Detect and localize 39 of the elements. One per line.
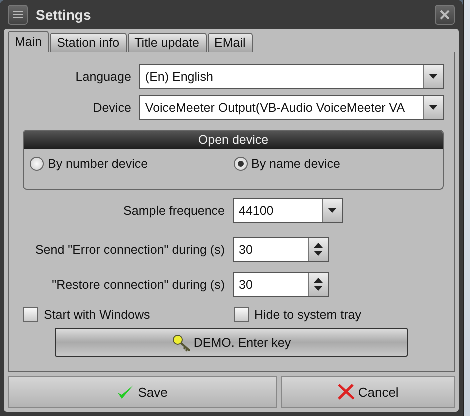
close-icon <box>440 10 450 20</box>
language-dropdown[interactable]: (En) English <box>139 64 444 89</box>
window-title: Settings <box>36 6 92 22</box>
number-spinbox[interactable]: 30 <box>233 272 329 297</box>
group-title: Open device <box>24 131 443 149</box>
field-label: Device <box>92 100 132 114</box>
dropdown-arrow-icon <box>429 105 438 110</box>
checkbox-option[interactable]: Start with Windows <box>23 307 234 322</box>
checkmark-icon <box>117 384 136 400</box>
tab[interactable]: Main <box>8 31 50 52</box>
tab[interactable]: Title update <box>128 33 206 52</box>
tab[interactable]: Station info <box>50 33 127 52</box>
field-label: "Restore connection" during (s) <box>51 278 225 292</box>
radio-option[interactable]: By name device <box>234 157 437 171</box>
checkbox[interactable] <box>23 307 38 322</box>
sample-frequence-dropdown[interactable]: 44100 <box>233 198 343 223</box>
radio-button[interactable] <box>234 157 248 171</box>
field-label: Language <box>74 70 132 84</box>
enter-key-button[interactable]: DEMO. Enter key <box>55 328 408 357</box>
number-spinbox[interactable]: 30 <box>233 237 329 262</box>
field-label: Send "Error connection" during (s) <box>34 242 225 256</box>
menu-icon <box>13 10 23 18</box>
field-label: Sample frequence <box>122 204 225 218</box>
radio-button[interactable] <box>30 157 44 171</box>
dropdown-arrow-icon <box>429 74 438 79</box>
tab[interactable]: EMail <box>208 33 253 52</box>
dropdown-arrow-icon <box>328 208 337 213</box>
key-icon <box>172 334 192 352</box>
system-menu-button[interactable] <box>8 4 28 24</box>
save-button[interactable]: Save <box>8 376 278 408</box>
cancel-button[interactable]: Cancel <box>281 376 455 408</box>
checkbox[interactable] <box>234 307 248 322</box>
radio-option[interactable]: By number device <box>30 157 234 171</box>
checkbox-option[interactable]: Hide to system tray <box>234 307 444 322</box>
spin-arrows-icon <box>314 278 323 291</box>
cross-icon <box>337 384 356 400</box>
close-button[interactable] <box>435 4 455 24</box>
spin-arrows-icon <box>314 243 323 256</box>
device-dropdown[interactable]: VoiceMeeter Output(VB-Audio VoiceMeeter VA <box>139 95 444 120</box>
